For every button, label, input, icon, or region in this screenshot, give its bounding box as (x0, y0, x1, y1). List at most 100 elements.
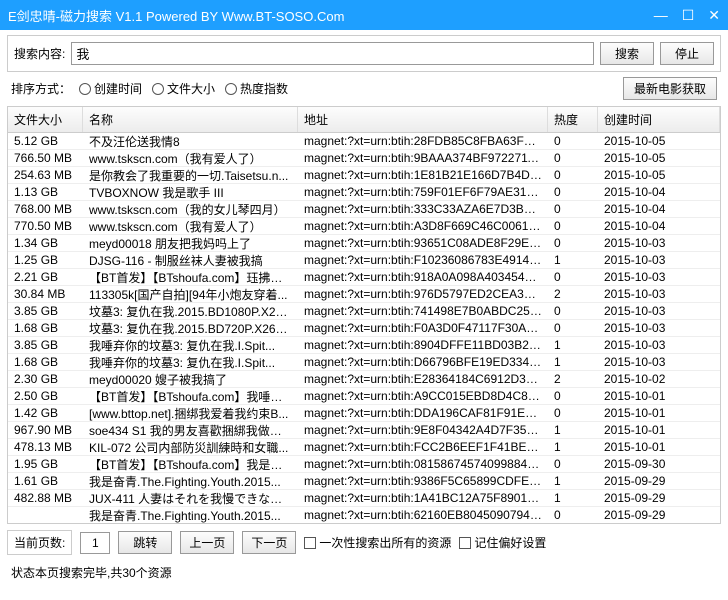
cell-name: soe434 S1 我的男友喜歡捆綁我做愛?... (83, 422, 298, 439)
col-heat[interactable]: 热度 (548, 107, 598, 132)
table-row[interactable]: 967.90 MBsoe434 S1 我的男友喜歡捆綁我做愛?...magnet… (8, 422, 720, 439)
cell-addr: magnet:?xt=urn:btih:741498E7B0ABDC25E6D.… (298, 304, 548, 318)
cell-heat: 0 (548, 185, 598, 199)
table-row[interactable]: 1.42 GB[www.bttop.net].捆绑我爱着我约束B...magne… (8, 405, 720, 422)
page-label: 当前页数: (7, 530, 72, 555)
col-name[interactable]: 名称 (83, 107, 298, 132)
latest-movies-button[interactable]: 最新电影获取 (623, 77, 717, 100)
cell-date: 2015-10-05 (598, 151, 720, 165)
search-button[interactable]: 搜索 (600, 42, 654, 65)
cell-date: 2015-10-03 (598, 321, 720, 335)
next-button[interactable]: 下一页 (242, 531, 296, 554)
cell-name: www.tskscn.com（我的女儿琴四月） (83, 201, 298, 218)
minimize-icon[interactable]: — (654, 7, 668, 24)
cell-heat: 0 (548, 304, 598, 318)
sort-file-size[interactable]: 文件大小 (152, 80, 215, 97)
cell-name: 是你教会了我重要的一切.Taisetsu.n... (83, 167, 298, 184)
table-row[interactable]: 30.84 MB113305k[国产自拍][94年小炮友穿着...magnet:… (8, 286, 720, 303)
cell-heat: 1 (548, 338, 598, 352)
cell-date: 2015-10-04 (598, 185, 720, 199)
cell-size: 1.25 GB (8, 253, 83, 267)
cell-date: 2015-10-03 (598, 270, 720, 284)
cell-size: 478.13 MB (8, 440, 83, 454)
table-row[interactable]: 254.63 MB是你教会了我重要的一切.Taisetsu.n...magnet… (8, 167, 720, 184)
cell-name: meyd00020 嫂子被我搞了 (83, 371, 298, 388)
table-row[interactable]: 1.13 GBTVBOXNOW 我是歌手 IIImagnet:?xt=urn:b… (8, 184, 720, 201)
cell-size: 1.68 GB (8, 355, 83, 369)
table-row[interactable]: 482.88 MBJUX-411 人妻はそれを我慢できない...magnet:?… (8, 490, 720, 507)
cell-size: 482.88 MB (8, 491, 83, 505)
sort-heat-index[interactable]: 热度指数 (225, 80, 288, 97)
cell-date: 2015-10-05 (598, 134, 720, 148)
remember-prefs-checkbox[interactable]: 记住偏好设置 (459, 534, 546, 551)
table-row[interactable]: 770.50 MBwww.tskscn.com（我有爱人了）magnet:?xt… (8, 218, 720, 235)
results-table[interactable]: 5.12 GB不及汪伦送我情8magnet:?xt=urn:btih:28FDB… (8, 133, 720, 523)
cell-name: 我唾弃你的坟墓3: 复仇在我.I.Spit... (83, 337, 298, 354)
cell-date: 2015-10-01 (598, 440, 720, 454)
table-row[interactable]: 2.50 GB【BT首发】【BTshoufa.com】我唾弃...magnet:… (8, 388, 720, 405)
search-all-checkbox[interactable]: 一次性搜索出所有的资源 (304, 534, 451, 551)
table-row[interactable]: 1.25 GBDJSG-116 - 制服丝袜人妻被我搞magnet:?xt=ur… (8, 252, 720, 269)
table-row[interactable]: 1.68 GB坟墓3: 复仇在我.2015.BD720P.X264...magn… (8, 320, 720, 337)
table-row[interactable]: 2.30 GBmeyd00020 嫂子被我搞了magnet:?xt=urn:bt… (8, 371, 720, 388)
cell-addr: magnet:?xt=urn:btih:D66796BFE19ED334F69.… (298, 355, 548, 369)
cell-date: 2015-10-03 (598, 287, 720, 301)
table-row[interactable]: 5.12 GB不及汪伦送我情8magnet:?xt=urn:btih:28FDB… (8, 133, 720, 150)
table-row[interactable]: 1.68 GB我唾弃你的坟墓3: 复仇在我.I.Spit...magnet:?x… (8, 354, 720, 371)
cell-addr: magnet:?xt=urn:btih:93651C08ADE8F29EACD.… (298, 236, 548, 250)
cell-size: 1.13 GB (8, 185, 83, 199)
table-row[interactable]: 3.85 GB坟墓3: 复仇在我.2015.BD1080P.X264...mag… (8, 303, 720, 320)
cell-heat: 0 (548, 406, 598, 420)
cell-date: 2015-10-03 (598, 253, 720, 267)
cell-heat: 0 (548, 321, 598, 335)
status-text: 状态本页搜索完毕,共30个资源 (5, 561, 723, 584)
maximize-icon[interactable]: ☐ (682, 7, 695, 24)
cell-name: 坟墓3: 复仇在我.2015.BD1080P.X264... (83, 303, 298, 320)
cell-name: JUX-411 人妻はそれを我慢できない... (83, 490, 298, 507)
page-input[interactable] (80, 532, 110, 554)
cell-date: 2015-09-29 (598, 474, 720, 488)
search-input[interactable] (71, 42, 594, 65)
table-row[interactable]: 1.61 GB我是奋青.The.Fighting.Youth.2015...ma… (8, 473, 720, 490)
cell-addr: magnet:?xt=urn:btih:976D5797ED2CEA3F489.… (298, 287, 548, 301)
col-date[interactable]: 创建时间 (598, 107, 720, 132)
cell-addr: magnet:?xt=urn:btih:E28364184C6912D342E.… (298, 372, 548, 386)
cell-date: 2015-10-04 (598, 219, 720, 233)
stop-button[interactable]: 停止 (660, 42, 714, 65)
col-size[interactable]: 文件大小 (8, 107, 83, 132)
cell-addr: magnet:?xt=urn:btih:081586745740998845..… (298, 457, 548, 471)
cell-heat: 1 (548, 423, 598, 437)
col-addr[interactable]: 地址 (298, 107, 548, 132)
window-title: E剑忠晴-磁力搜索 V1.1 Powered BY Www.BT-SOSO.Co… (8, 6, 654, 25)
table-row[interactable]: 我是奋青.The.Fighting.Youth.2015...magnet:?x… (8, 507, 720, 523)
cell-size: 3.85 GB (8, 304, 83, 318)
cell-addr: magnet:?xt=urn:btih:9E8F04342A4D7F3537F.… (298, 423, 548, 437)
cell-date: 2015-10-03 (598, 338, 720, 352)
table-row[interactable]: 768.00 MBwww.tskscn.com（我的女儿琴四月）magnet:?… (8, 201, 720, 218)
table-row[interactable]: 766.50 MBwww.tskscn.com（我有爱人了）magnet:?xt… (8, 150, 720, 167)
sort-create-time[interactable]: 创建时间 (79, 80, 142, 97)
cell-addr: magnet:?xt=urn:btih:A9CC015EBD8D4C8D4FA.… (298, 389, 548, 403)
close-icon[interactable]: ✕ (708, 7, 720, 24)
cell-size: 770.50 MB (8, 219, 83, 233)
cell-name: 坟墓3: 复仇在我.2015.BD720P.X264... (83, 320, 298, 337)
jump-button[interactable]: 跳转 (118, 531, 172, 554)
table-row[interactable]: 1.34 GBmeyd00018 朋友把我妈吗上了magnet:?xt=urn:… (8, 235, 720, 252)
cell-size: 30.84 MB (8, 287, 83, 301)
cell-heat: 1 (548, 355, 598, 369)
table-row[interactable]: 3.85 GB我唾弃你的坟墓3: 复仇在我.I.Spit...magnet:?x… (8, 337, 720, 354)
cell-name: DJSG-116 - 制服丝袜人妻被我搞 (83, 252, 298, 269)
cell-name: 【BT首发】【BTshoufa.com】我唾弃... (83, 388, 298, 405)
cell-date: 2015-09-29 (598, 508, 720, 522)
cell-heat: 0 (548, 457, 598, 471)
prev-button[interactable]: 上一页 (180, 531, 234, 554)
cell-size: 2.50 GB (8, 389, 83, 403)
cell-addr: magnet:?xt=urn:btih:62160EB8045090794447… (298, 508, 548, 522)
cell-addr: magnet:?xt=urn:btih:FCC2B6EEF1F41BEA262.… (298, 440, 548, 454)
table-row[interactable]: 2.21 GB【BT首发】【BTshoufa.com】珏拂我爱...magnet… (8, 269, 720, 286)
cell-addr: magnet:?xt=urn:btih:8904DFFE11BD03B28AF.… (298, 338, 548, 352)
table-row[interactable]: 1.95 GB【BT首发】【BTshoufa.com】我是奋...magnet:… (8, 456, 720, 473)
cell-date: 2015-10-01 (598, 423, 720, 437)
cell-heat: 1 (548, 491, 598, 505)
table-row[interactable]: 478.13 MBKIL-072 公司内部防災訓練時和女職...magnet:?… (8, 439, 720, 456)
